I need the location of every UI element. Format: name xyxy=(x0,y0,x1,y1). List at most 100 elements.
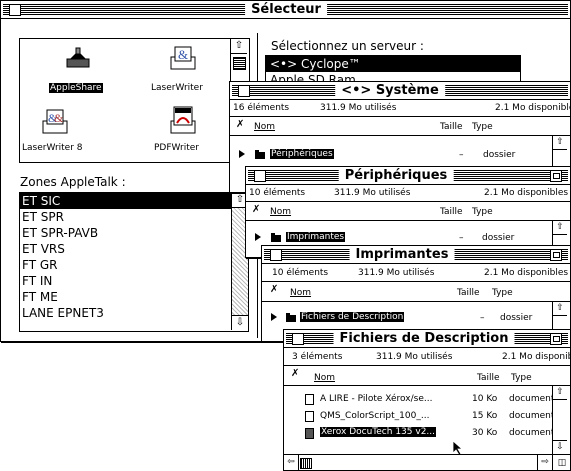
column-name[interactable]: Nom xyxy=(314,373,335,383)
laserwriter8-icon[interactable]: & & xyxy=(40,107,70,137)
zones-label: Zones AppleTalk : xyxy=(20,175,126,189)
close-box[interactable] xyxy=(270,249,282,261)
column-name[interactable]: Nom xyxy=(270,207,291,217)
row-type: document xyxy=(509,394,555,404)
close-box[interactable] xyxy=(292,333,304,345)
window-title-bar[interactable]: Imprimantes xyxy=(262,246,570,264)
row-size: 10 Ko xyxy=(472,394,498,404)
laserwriter8-label: LaserWriter 8 xyxy=(22,143,83,153)
pdfwriter-label: PDFWriter xyxy=(154,143,199,153)
column-type[interactable]: Type xyxy=(472,207,493,217)
document-icon xyxy=(305,394,314,405)
selector-title-bar[interactable]: Sélecteur xyxy=(1,1,570,19)
zone-item[interactable]: ET SPR xyxy=(20,209,248,225)
row-name[interactable]: QMS_ColorScript_100_... xyxy=(320,411,429,421)
column-type[interactable]: Type xyxy=(492,288,513,298)
row-type: dossier xyxy=(482,233,515,243)
window-title-bar[interactable]: <•> Système xyxy=(230,82,570,100)
sort-icon: ✗ xyxy=(236,119,245,130)
close-box[interactable] xyxy=(238,85,250,97)
server-item[interactable]: <•> Cyclope™ xyxy=(266,56,520,72)
laserwriter-label: LaserWriter xyxy=(151,83,203,93)
sort-icon: ✗ xyxy=(252,204,261,215)
window-title: <•> Système xyxy=(335,82,445,99)
column-type[interactable]: Type xyxy=(472,122,493,132)
svg-text:&: & xyxy=(54,111,64,125)
close-box[interactable] xyxy=(254,170,266,182)
disk-used: 311.9 Mo utilisés xyxy=(376,352,453,362)
scroll-down-arrow-icon[interactable]: ⇩ xyxy=(232,315,248,330)
close-box[interactable] xyxy=(9,4,21,16)
scroll-up-arrow-icon[interactable]: ⇧ xyxy=(553,136,567,150)
scroll-thumb[interactable] xyxy=(300,458,312,469)
zoom-box[interactable] xyxy=(550,333,562,345)
folder-icon xyxy=(286,313,296,322)
window-title-bar[interactable]: Périphériques xyxy=(246,167,570,185)
item-count: 10 éléments xyxy=(249,188,306,198)
column-size[interactable]: Taille xyxy=(440,122,463,132)
scroll-thumb[interactable] xyxy=(233,57,246,70)
zone-item[interactable]: FT ME xyxy=(20,289,248,305)
resize-box[interactable]: ◫ xyxy=(552,454,570,470)
row-name[interactable]: Imprimantes xyxy=(286,232,346,242)
disk-free: 2.1 Mo disponibles xyxy=(502,352,570,362)
scroll-up-arrow-icon[interactable]: ⇧ xyxy=(553,221,567,235)
device-icon-panel: AppleShare & LaserWriter & & LaserWriter … xyxy=(19,38,250,163)
zone-item[interactable]: LANE EPNET3 xyxy=(20,305,248,321)
laserwriter-icon[interactable]: & xyxy=(168,43,198,73)
finder-window-imprimantes: Imprimantes 10 éléments 311.9 Mo utilisé… xyxy=(261,245,571,342)
row-name[interactable]: Xerox DocuTech 135 v2... xyxy=(320,427,436,437)
vertical-scrollbar[interactable]: ⇧ ⇩ xyxy=(552,386,567,454)
scroll-up-arrow-icon[interactable]: ⇧ xyxy=(553,386,567,400)
scroll-up-arrow-icon[interactable]: ⇧ xyxy=(231,39,247,54)
row-size: 30 Ko xyxy=(472,428,498,438)
zone-item[interactable]: FT GR xyxy=(20,257,248,273)
disk-free: 2.1 Mo disponibles xyxy=(495,103,571,113)
selector-title: Sélecteur xyxy=(245,1,327,18)
row-type: document xyxy=(509,411,555,421)
document-icon xyxy=(305,411,314,422)
window-title: Périphériques xyxy=(338,167,454,184)
row-name[interactable]: A LIRE - Pilote Xérox/se... xyxy=(320,394,432,404)
column-size[interactable]: Taille xyxy=(477,373,500,383)
zone-item[interactable]: ET VRS xyxy=(20,241,248,257)
window-title-bar[interactable]: Fichiers de Description xyxy=(284,330,570,348)
zone-item[interactable]: FT IN xyxy=(20,273,248,289)
folder-icon xyxy=(255,150,265,159)
scroll-left-arrow-icon[interactable]: ⇦ xyxy=(284,455,299,470)
window-title: Imprimantes xyxy=(349,246,455,263)
item-count: 16 éléments xyxy=(233,103,290,113)
column-type[interactable]: Type xyxy=(511,373,532,383)
zone-item[interactable]: ET SIC xyxy=(20,193,248,209)
column-size[interactable]: Taille xyxy=(457,288,480,298)
folder-icon xyxy=(271,233,281,242)
item-count: 10 éléments xyxy=(272,268,329,278)
scroll-up-arrow-icon[interactable]: ⇧ xyxy=(553,302,567,316)
row-size: – xyxy=(459,233,464,243)
row-name[interactable]: Périphériques xyxy=(270,149,334,159)
disk-free: 2.1 Mo disponibles xyxy=(484,188,569,198)
appleshare-icon[interactable] xyxy=(64,45,92,73)
row-size: – xyxy=(480,313,485,323)
server-label: Sélectionnez un serveur : xyxy=(271,39,424,53)
column-name[interactable]: Nom xyxy=(290,288,311,298)
column-size[interactable]: Taille xyxy=(440,207,463,217)
window-title: Fichiers de Description xyxy=(333,330,515,347)
disclosure-triangle-icon[interactable] xyxy=(255,233,261,241)
disclosure-triangle-icon[interactable] xyxy=(239,150,245,158)
zoom-box[interactable] xyxy=(550,170,562,182)
disk-free: 2.1 Mo disponibles xyxy=(484,268,569,278)
zones-list[interactable]: ET SIC ET SPR ET SPR-PAVB ET VRS FT GR F… xyxy=(19,192,249,332)
zone-item[interactable]: ET SPR-PAVB xyxy=(20,225,248,241)
document-icon xyxy=(305,428,314,439)
zoom-box[interactable] xyxy=(550,249,562,261)
disclosure-triangle-icon[interactable] xyxy=(271,313,277,321)
scroll-right-arrow-icon[interactable]: ⇨ xyxy=(537,455,552,470)
horizontal-scrollbar[interactable]: ⇦ ⇨ xyxy=(284,454,552,470)
scroll-down-arrow-icon[interactable]: ⇩ xyxy=(553,440,567,454)
disk-used: 311.9 Mo utilisés xyxy=(358,268,435,278)
pdfwriter-icon[interactable] xyxy=(168,105,198,137)
column-name[interactable]: Nom xyxy=(254,122,275,132)
row-name[interactable]: Fichiers de Description xyxy=(300,312,405,322)
svg-text:&: & xyxy=(178,47,188,62)
